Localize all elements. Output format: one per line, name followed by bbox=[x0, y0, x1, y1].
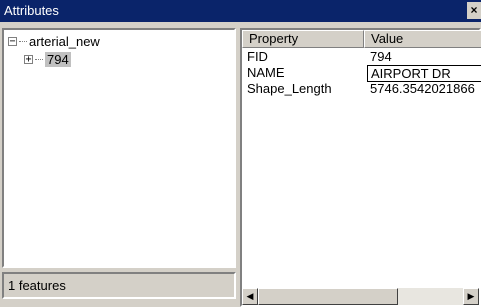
property-cell: Shape_Length bbox=[247, 81, 332, 96]
scroll-left-icon[interactable]: ◀ bbox=[242, 288, 258, 305]
expand-icon[interactable]: + bbox=[24, 55, 33, 65]
value-edit-field[interactable]: AIRPORT DR bbox=[367, 65, 481, 82]
property-cell: FID bbox=[247, 49, 268, 64]
status-bar: 1 features bbox=[2, 272, 236, 299]
tree-connector bbox=[35, 59, 43, 60]
tree-node-feature[interactable]: + 794 bbox=[24, 52, 71, 67]
horizontal-scrollbar[interactable]: ◀ ▶ bbox=[242, 288, 479, 305]
attribute-grid[interactable]: Property Value FID 794 NAME AIRPORT DR S… bbox=[240, 28, 481, 307]
value-cell[interactable]: 5746.3542021866 bbox=[370, 81, 480, 97]
title-bar: Attributes × bbox=[0, 0, 481, 22]
tree-node-layer[interactable]: − arterial_new bbox=[8, 34, 100, 49]
scroll-right-icon[interactable]: ▶ bbox=[463, 288, 479, 305]
window-title: Attributes bbox=[4, 3, 59, 18]
collapse-icon[interactable]: − bbox=[8, 37, 17, 47]
close-icon[interactable]: × bbox=[467, 2, 481, 19]
feature-tree[interactable]: − arterial_new + 794 bbox=[2, 28, 236, 268]
column-header-value[interactable]: Value bbox=[364, 30, 481, 48]
value-cell[interactable]: 794 bbox=[370, 49, 480, 65]
feature-label[interactable]: 794 bbox=[45, 52, 71, 67]
property-cell: NAME bbox=[247, 65, 285, 80]
scroll-thumb[interactable] bbox=[258, 288, 398, 305]
feature-count: 1 features bbox=[8, 278, 66, 293]
layer-label: arterial_new bbox=[29, 34, 100, 49]
column-header-property[interactable]: Property bbox=[242, 30, 364, 48]
tree-connector bbox=[19, 41, 27, 42]
